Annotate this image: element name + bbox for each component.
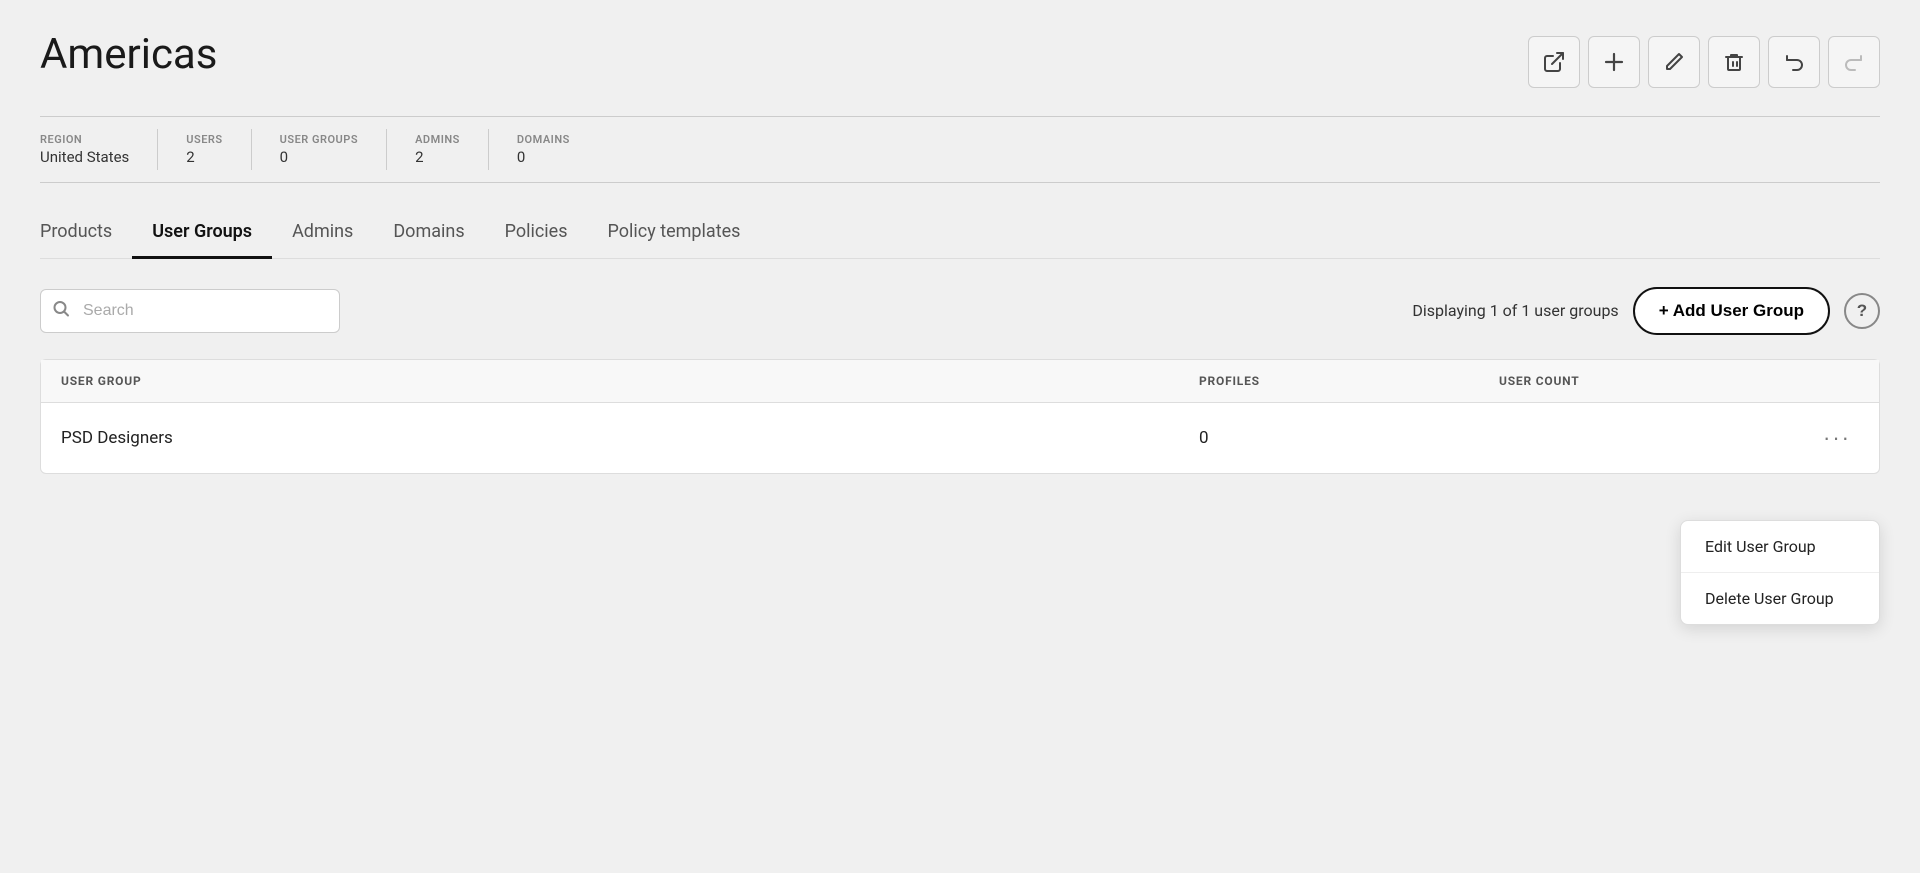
redo-button[interactable]: [1828, 36, 1880, 88]
tab-products[interactable]: Products: [40, 211, 132, 259]
search-icon: [52, 299, 70, 322]
stat-admins-label: ADMINS: [415, 133, 460, 146]
col-user-count: USER COUNT: [1499, 374, 1799, 388]
add-user-group-button[interactable]: + Add User Group: [1633, 287, 1830, 335]
stats-row: REGION United States USERS 2 USER GROUPS…: [40, 116, 1880, 183]
stat-domains-value: 0: [517, 148, 570, 166]
page-container: Americas: [0, 0, 1920, 873]
col-profiles: PROFILES: [1199, 374, 1499, 388]
col-user-group: USER GROUP: [61, 374, 1199, 388]
stat-domains: DOMAINS 0: [517, 129, 598, 170]
table-header: USER GROUP PROFILES USER COUNT: [41, 360, 1879, 403]
edit-button[interactable]: [1648, 36, 1700, 88]
context-menu-edit[interactable]: Edit User Group: [1681, 521, 1879, 573]
stat-users: USERS 2: [186, 129, 251, 170]
stat-users-value: 2: [186, 148, 222, 166]
page-title: Americas: [40, 32, 217, 78]
context-menu: Edit User Group Delete User Group: [1680, 520, 1880, 625]
help-button[interactable]: ?: [1844, 293, 1880, 329]
search-input[interactable]: [40, 289, 340, 333]
tabs-row: Products User Groups Admins Domains Poli…: [40, 211, 1880, 259]
tab-user-groups[interactable]: User Groups: [132, 211, 272, 259]
context-menu-delete[interactable]: Delete User Group: [1681, 573, 1879, 624]
stat-users-label: USERS: [186, 133, 222, 146]
user-groups-table: USER GROUP PROFILES USER COUNT PSD Desig…: [40, 359, 1880, 474]
stat-admins-value: 2: [415, 148, 460, 166]
stat-domains-label: DOMAINS: [517, 133, 570, 146]
undo-button[interactable]: [1768, 36, 1820, 88]
toolbar: [1528, 36, 1880, 88]
tab-domains[interactable]: Domains: [373, 211, 484, 259]
stat-user-groups: USER GROUPS 0: [280, 129, 387, 170]
stat-region: REGION United States: [40, 129, 158, 170]
stat-user-groups-value: 0: [280, 148, 358, 166]
external-link-button[interactable]: [1528, 36, 1580, 88]
stat-user-groups-label: USER GROUPS: [280, 133, 358, 146]
table-row: PSD Designers 0 ···: [41, 403, 1879, 473]
stat-region-value: United States: [40, 148, 129, 166]
col-actions: [1799, 374, 1859, 388]
delete-button[interactable]: [1708, 36, 1760, 88]
tab-policies[interactable]: Policies: [485, 211, 588, 259]
actions-row: Displaying 1 of 1 user groups + Add User…: [40, 287, 1880, 335]
search-wrapper: [40, 289, 340, 333]
right-actions: Displaying 1 of 1 user groups + Add User…: [1412, 287, 1880, 335]
row-more-button[interactable]: ···: [1799, 421, 1859, 455]
row-name: PSD Designers: [61, 428, 1199, 448]
add-button[interactable]: [1588, 36, 1640, 88]
tab-admins[interactable]: Admins: [272, 211, 373, 259]
stat-region-label: REGION: [40, 133, 129, 146]
displaying-count: Displaying 1 of 1 user groups: [1412, 301, 1618, 320]
row-profiles: 0: [1199, 428, 1499, 448]
more-dots-icon: ···: [1823, 425, 1851, 451]
stat-admins: ADMINS 2: [415, 129, 489, 170]
tab-policy-templates[interactable]: Policy templates: [588, 211, 761, 259]
header-row: Americas: [40, 32, 1880, 88]
